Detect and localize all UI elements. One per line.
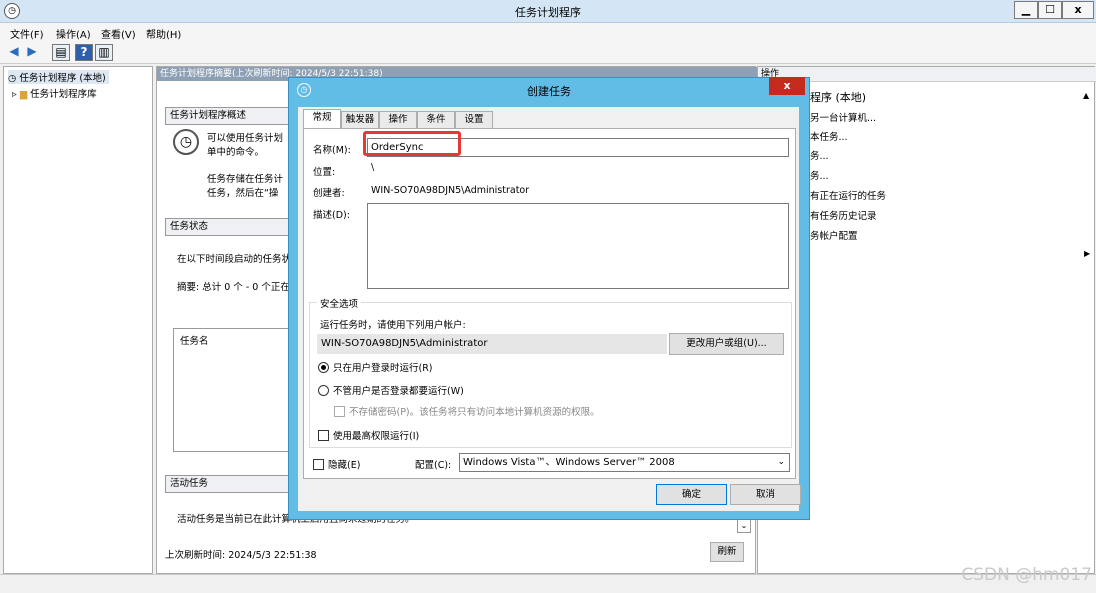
submenu-arrow-icon[interactable]: ▶	[1084, 249, 1090, 258]
window-title: 任务计划程序	[515, 6, 581, 19]
highest-privileges-label[interactable]: 使用最高权限运行(I)	[333, 428, 419, 442]
console-tree-icon[interactable]: ▤	[52, 44, 70, 61]
overview-text: 单中的命令。	[207, 147, 265, 158]
close-button[interactable]: x	[1062, 1, 1094, 19]
ok-button[interactable]: 确定	[656, 484, 727, 505]
action-item[interactable]: 务...	[810, 148, 829, 162]
summary-text: 摘要: 总计 0 个 - 0 个正在	[177, 282, 290, 293]
action-item[interactable]: 务帐户配置	[810, 228, 858, 242]
configure-select[interactable]: Windows Vista™、Windows Server™ 2008 ⌄	[459, 453, 790, 472]
tab-conditions[interactable]: 条件	[417, 111, 455, 128]
toolbar: ◀ ▶ ▤ ? ▥	[0, 41, 1096, 64]
author-value: WIN-SO70A98DJN5\Administrator	[371, 185, 530, 196]
configure-value: Windows Vista™、Windows Server™ 2008	[463, 457, 675, 468]
menu-help[interactable]: 帮助(H)	[146, 26, 181, 41]
dialog-title-bar[interactable]: ◷ 创建任务 x	[289, 77, 809, 100]
radio-run-logged-on-label[interactable]: 只在用户登录时运行(R)	[333, 360, 433, 374]
location-label: 位置:	[313, 167, 336, 178]
action-item[interactable]: 本任务...	[810, 129, 848, 143]
console-tree: ◷ 任务计划程序 (本地) ▹ ▆ 任务计划程序库	[3, 66, 153, 574]
overview-text: 任务，然后在“操	[207, 188, 279, 199]
clock-icon: ◷	[8, 73, 17, 84]
action-item[interactable]: 务...	[810, 168, 829, 182]
last-refresh-text: 上次刷新时间: 2024/5/3 22:51:38	[165, 550, 317, 561]
author-label: 创建者:	[313, 188, 345, 199]
cancel-button[interactable]: 取消	[730, 484, 801, 505]
scroll-down-icon[interactable]: ⌄	[737, 519, 751, 533]
overview-text: 可以使用任务计划	[207, 133, 284, 144]
tree-node-root[interactable]: ◷ 任务计划程序 (本地)	[8, 70, 109, 84]
status-text: 在以下时间段启动的任务状	[177, 254, 292, 265]
security-options-title: 安全选项	[317, 296, 362, 310]
menu-file[interactable]: 文件(F)	[10, 26, 44, 41]
tree-root-label: 任务计划程序 (本地)	[19, 73, 106, 84]
overview-text: 任务存储在任务计	[207, 174, 284, 185]
radio-run-whether-label[interactable]: 不管用户是否登录都要运行(W)	[333, 383, 464, 397]
dialog-close-button[interactable]: x	[769, 77, 805, 95]
tab-triggers[interactable]: 触发器	[341, 111, 379, 128]
tree-library-label: 任务计划程序库	[30, 89, 97, 100]
no-store-password-checkbox	[334, 406, 345, 417]
forward-icon[interactable]: ▶	[24, 44, 40, 59]
status-bar	[0, 574, 1096, 593]
refresh-button[interactable]: 刷新	[710, 542, 744, 562]
tree-node-library[interactable]: ▹ ▆ 任务计划程序库	[12, 86, 97, 100]
action-item[interactable]: 有任务历史记录	[810, 208, 877, 222]
minimize-button[interactable]: ▁	[1014, 1, 1038, 19]
no-store-password-label: 不存储密码(P)。该任务将只有访问本地计算机资源的权限。	[349, 407, 600, 418]
name-label: 名称(M):	[313, 145, 351, 156]
help-icon[interactable]: ?	[75, 44, 93, 61]
highlight-box	[363, 131, 461, 156]
dialog-body: 常规 触发器 操作 条件 设置 名称(M): OrderSync 位置: \ 创…	[298, 107, 801, 511]
run-as-text: 运行任务时，请使用下列用户帐户:	[320, 320, 466, 331]
change-user-button[interactable]: 更改用户或组(U)...	[669, 333, 784, 355]
user-account-value: WIN-SO70A98DJN5\Administrator	[317, 334, 667, 354]
highest-privileges-checkbox[interactable]	[318, 430, 329, 441]
expand-arrow-icon[interactable]: ▹	[12, 89, 17, 100]
folder-icon: ▆	[19, 89, 28, 100]
description-label: 描述(D):	[313, 210, 350, 221]
radio-run-logged-on[interactable]	[318, 362, 329, 373]
back-icon[interactable]: ◀	[6, 44, 22, 59]
tab-settings[interactable]: 设置	[455, 111, 493, 128]
hidden-checkbox[interactable]	[313, 459, 324, 470]
action-item[interactable]: 另一台计算机...	[810, 110, 876, 124]
menu-bar: 文件(F) 操作(A) 查看(V) 帮助(H)	[0, 23, 1096, 41]
task-name-column[interactable]: 任务名	[180, 333, 209, 347]
tab-general[interactable]: 常规	[303, 109, 341, 129]
action-pane-icon[interactable]: ▥	[95, 44, 113, 61]
main-title-bar: ◷ 任务计划程序 ▁ ☐ x	[0, 0, 1096, 23]
clock-icon: ◷	[173, 129, 199, 155]
maximize-button[interactable]: ☐	[1038, 1, 1062, 19]
menu-view[interactable]: 查看(V)	[101, 26, 136, 41]
configure-label: 配置(C):	[415, 460, 452, 471]
description-field[interactable]	[367, 203, 789, 289]
radio-run-whether[interactable]	[318, 385, 329, 396]
dialog-title: 创建任务	[527, 85, 571, 98]
hidden-label[interactable]: 隐藏(E)	[328, 457, 360, 471]
menu-action[interactable]: 操作(A)	[56, 26, 91, 41]
chevron-down-icon[interactable]: ⌄	[777, 454, 785, 471]
general-tab-panel: 名称(M): OrderSync 位置: \ 创建者: WIN-SO70A98D…	[303, 128, 796, 479]
location-value: \	[371, 162, 375, 173]
tab-actions[interactable]: 操作	[379, 111, 417, 128]
actions-section-title[interactable]: 程序 (本地)	[810, 89, 866, 105]
task-status-table: 任务名	[173, 328, 295, 452]
action-item[interactable]: 有正在运行的任务	[810, 188, 886, 202]
collapse-arrow-icon[interactable]: ▲	[1083, 91, 1089, 100]
watermark-text: CSDN @hm017	[961, 565, 1092, 585]
